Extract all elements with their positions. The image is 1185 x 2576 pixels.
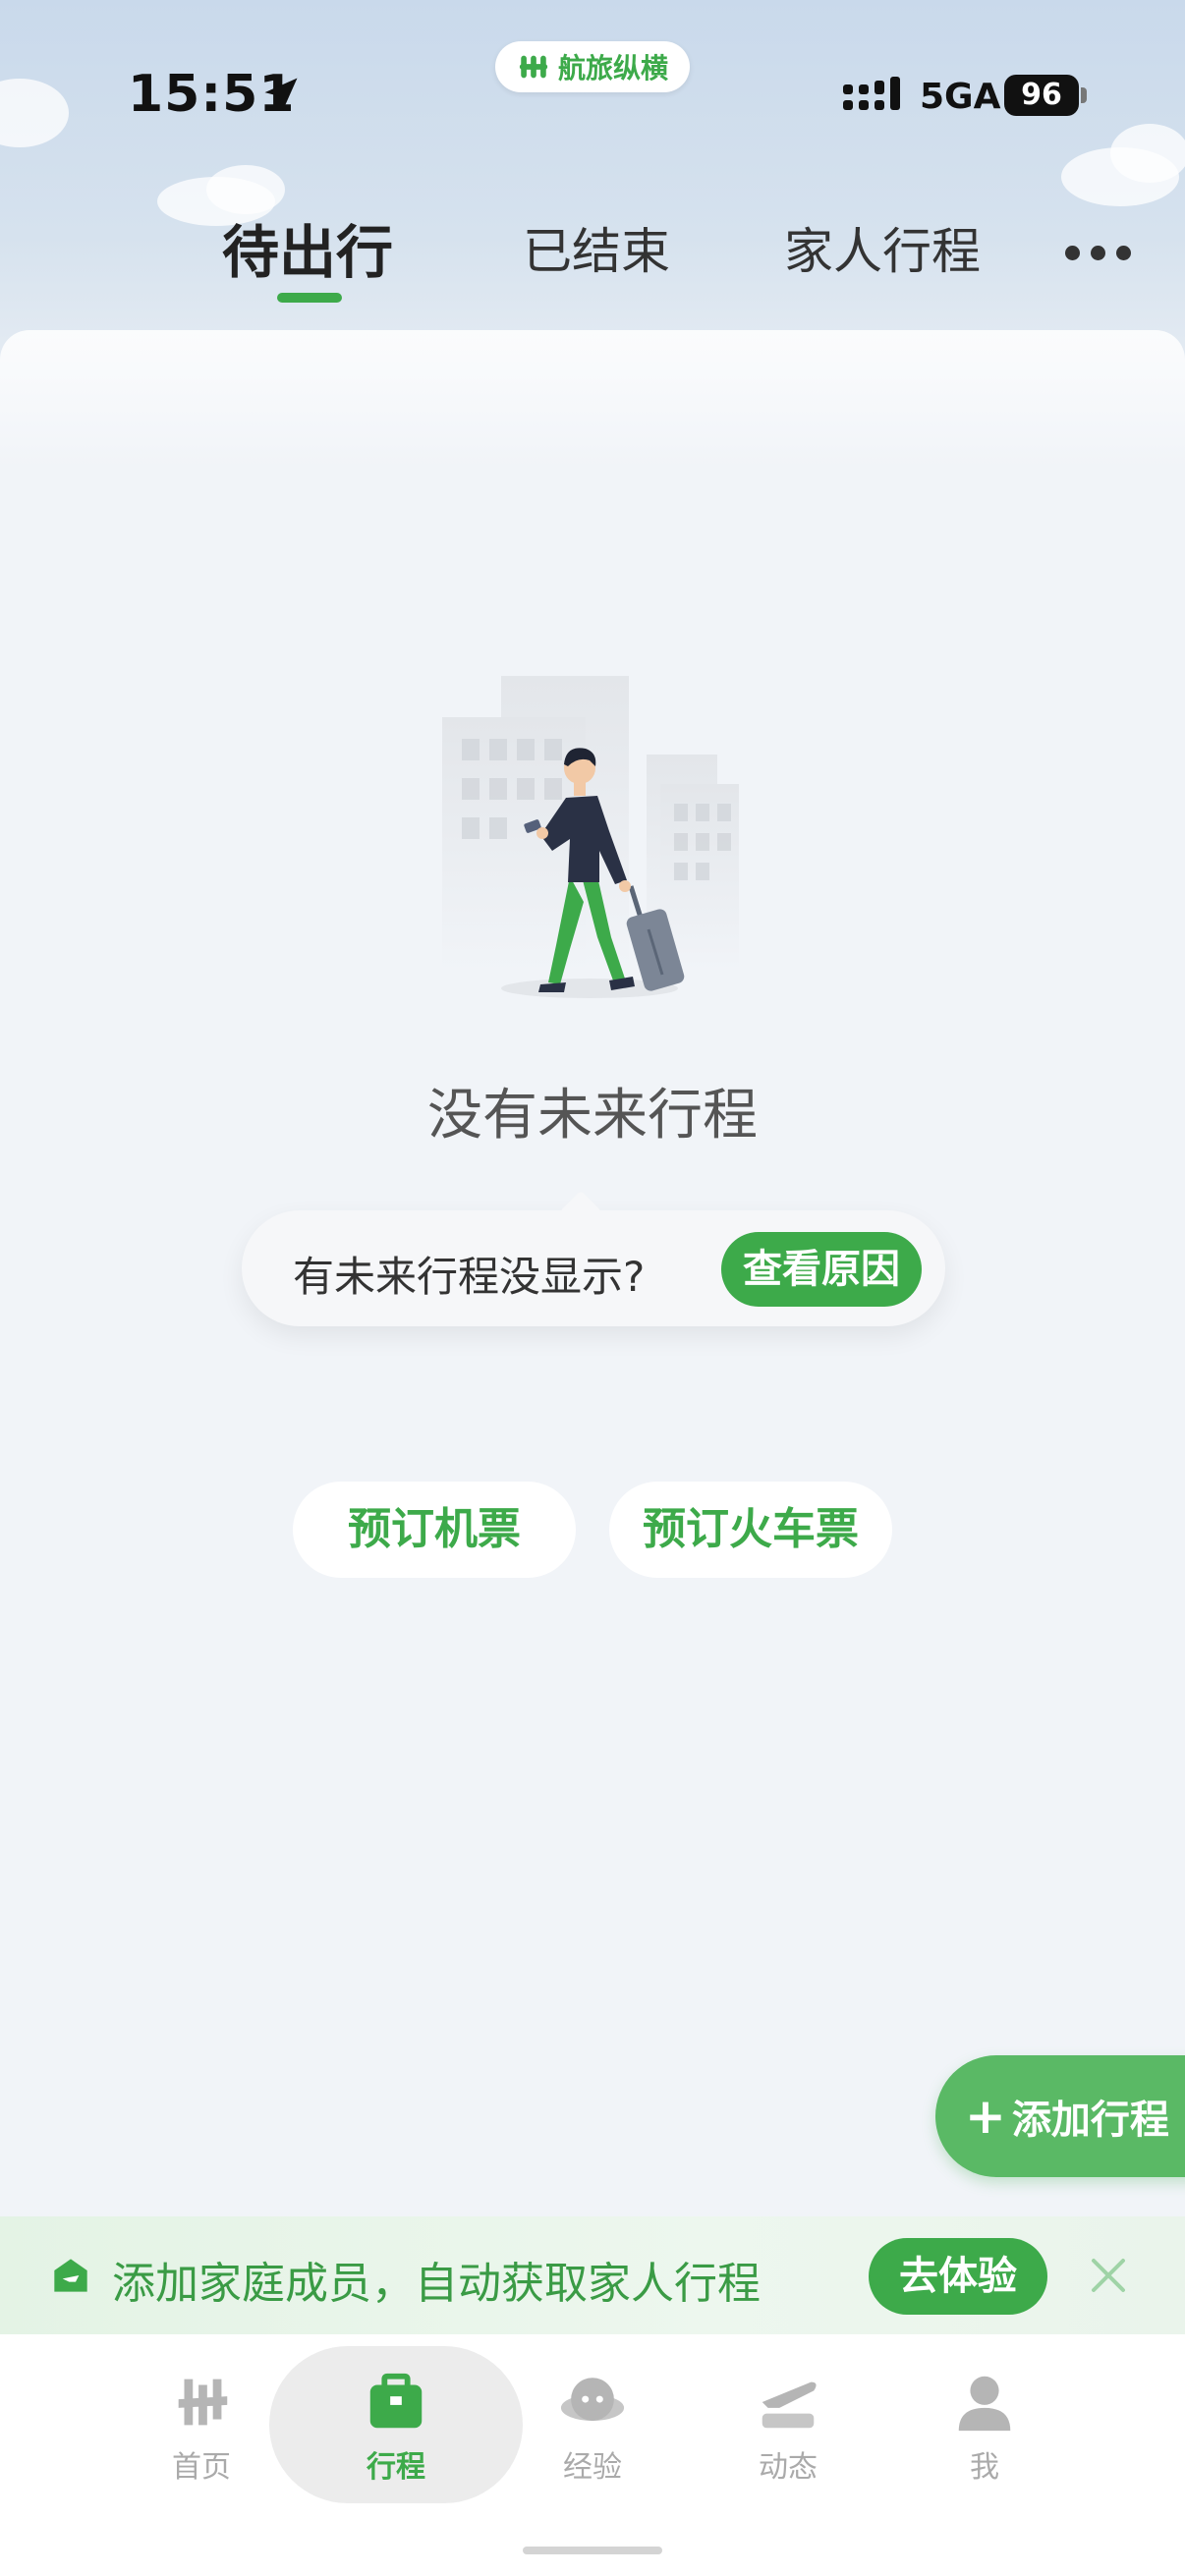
add-trip-label: 添加行程 (1011, 2098, 1169, 2143)
tab-family-trips[interactable]: 家人行程 (784, 212, 981, 283)
empty-state-title: 没有未来行程 (427, 1084, 758, 1148)
profile-icon (958, 2376, 1011, 2432)
more-options-button[interactable] (1065, 242, 1136, 265)
family-house-icon (54, 2259, 87, 2292)
view-reason-button[interactable]: 查看原因 (721, 1232, 922, 1307)
close-icon[interactable] (1089, 2256, 1128, 2295)
more-dot (1065, 246, 1080, 260)
try-family-button[interactable]: 去体验 (869, 2238, 1047, 2315)
brand-name: 航旅纵横 (557, 52, 668, 84)
location-arrow-icon (264, 78, 298, 111)
trip-tabs: 待出行 已结束 家人行程 (0, 196, 1185, 314)
bottom-navigation: 首页 行程 经验 动态 我 (0, 2334, 1185, 2576)
status-bar: 15:51 航旅纵横 5GA 96 (0, 0, 1185, 187)
book-flight-button[interactable]: 预订机票 (293, 1482, 576, 1578)
active-tab-indicator (277, 293, 342, 303)
flight-dynamic-icon (762, 2381, 817, 2429)
hint-text: 有未来行程没显示? (293, 1253, 646, 1301)
book-train-button[interactable]: 预订火车票 (609, 1482, 892, 1578)
network-type: 5GA (920, 77, 1001, 117)
nav-label: 行程 (367, 2450, 425, 2485)
add-trip-button[interactable]: + 添加行程 (935, 2055, 1185, 2177)
more-dot (1116, 246, 1131, 260)
nav-home[interactable]: 首页 (133, 2368, 270, 2486)
tab-upcoming[interactable]: 待出行 (222, 206, 393, 289)
planet-icon (560, 2378, 625, 2421)
nav-label: 首页 (172, 2450, 231, 2485)
family-banner-text: 添加家庭成员，自动获取家人行程 (112, 2259, 761, 2309)
nav-dynamic[interactable]: 动态 (719, 2368, 857, 2486)
more-dot (1091, 246, 1105, 260)
tab-finished[interactable]: 已结束 (523, 212, 670, 283)
battery-indicator: 96 (1004, 75, 1079, 116)
nav-itinerary[interactable]: 行程 (327, 2368, 465, 2486)
battery-nub (1081, 87, 1087, 103)
itinerary-page: 15:51 航旅纵横 5GA 96 待出行 已结束 家人行程 没有未来行程 有未… (0, 0, 1185, 2576)
brand-badge[interactable]: 航旅纵横 (495, 41, 690, 92)
suitcase-icon (369, 2373, 423, 2429)
family-banner: 添加家庭成员，自动获取家人行程 去体验 (0, 2216, 1185, 2334)
traveler-illustration (442, 676, 739, 998)
nav-label: 我 (970, 2450, 999, 2485)
signal-icon (843, 77, 900, 110)
home-icon (178, 2379, 228, 2426)
nav-experience[interactable]: 经验 (524, 2368, 661, 2486)
plus-icon: + (965, 2088, 1006, 2145)
nav-label: 经验 (563, 2450, 622, 2485)
brand-logo-icon (519, 55, 548, 79)
home-indicator (523, 2547, 662, 2554)
missing-trip-hint: 有未来行程没显示? 查看原因 (242, 1210, 945, 1326)
nav-profile[interactable]: 我 (916, 2368, 1053, 2486)
nav-label: 动态 (759, 2450, 818, 2485)
